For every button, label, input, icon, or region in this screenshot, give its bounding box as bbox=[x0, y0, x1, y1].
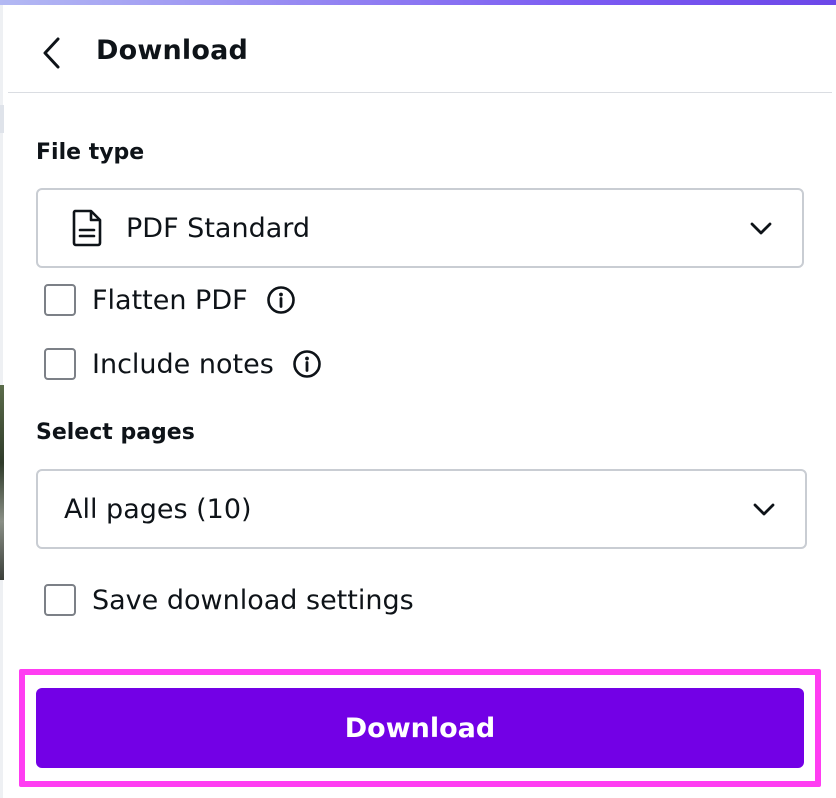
select-pages-label: Select pages bbox=[36, 420, 195, 445]
flatten-pdf-label: Flatten PDF bbox=[92, 284, 248, 316]
save-settings-row: Save download settings bbox=[44, 583, 414, 617]
chevron-left-icon bbox=[43, 37, 60, 69]
chevron-down-icon bbox=[750, 222, 772, 235]
save-settings-checkbox[interactable] bbox=[44, 584, 76, 616]
info-icon[interactable] bbox=[266, 285, 296, 315]
flatten-pdf-row: Flatten PDF bbox=[44, 283, 296, 317]
chevron-down-icon bbox=[753, 503, 775, 516]
left-edge-mark bbox=[0, 105, 4, 133]
include-notes-row: Include notes bbox=[44, 347, 322, 381]
panel-header: Download bbox=[8, 5, 832, 93]
include-notes-label: Include notes bbox=[92, 348, 274, 380]
left-edge-image-strip bbox=[0, 385, 4, 580]
download-button[interactable]: Download bbox=[36, 688, 804, 768]
file-type-value: PDF Standard bbox=[126, 212, 311, 244]
download-panel: Download File type PDF Standard Flatten … bbox=[0, 0, 836, 798]
select-pages-select[interactable]: All pages (10) bbox=[36, 469, 807, 549]
document-icon bbox=[72, 209, 102, 247]
back-button[interactable] bbox=[36, 33, 68, 73]
info-icon[interactable] bbox=[292, 349, 322, 379]
file-type-select[interactable]: PDF Standard bbox=[36, 188, 804, 268]
file-type-label: File type bbox=[36, 140, 145, 165]
save-settings-label: Save download settings bbox=[92, 584, 414, 616]
download-button-label: Download bbox=[344, 712, 496, 744]
panel-title: Download bbox=[96, 35, 249, 66]
flatten-pdf-checkbox[interactable] bbox=[44, 284, 76, 316]
select-pages-value: All pages (10) bbox=[64, 493, 252, 525]
include-notes-checkbox[interactable] bbox=[44, 348, 76, 380]
